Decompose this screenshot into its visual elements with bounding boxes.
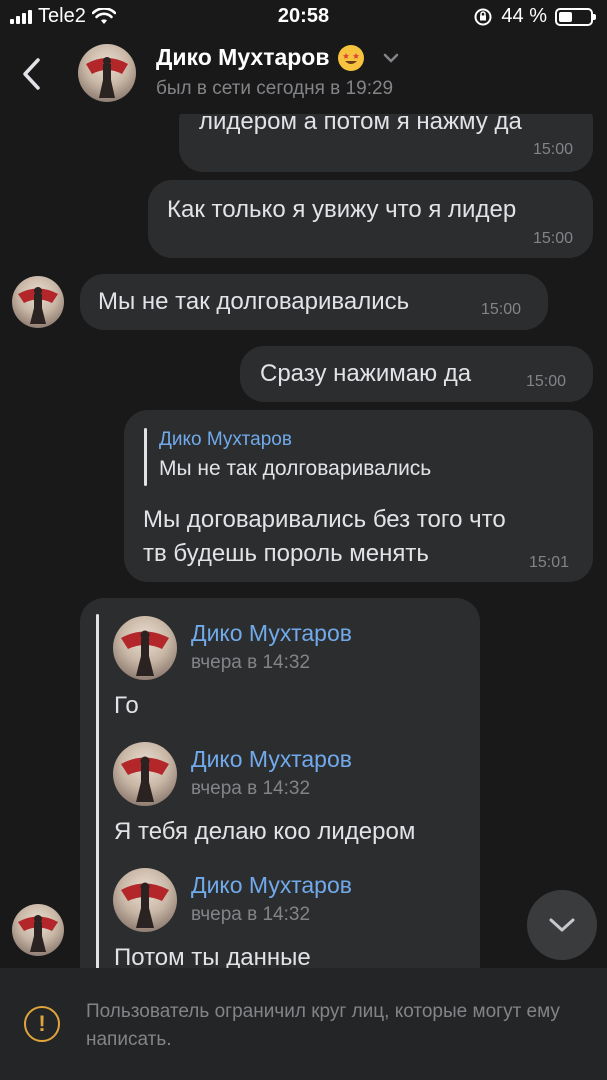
warning-icon: ! [24,1006,60,1042]
restriction-banner: ! Пользователь ограничил круг лиц, котор… [0,968,607,1080]
forward-text: Я тебя делаю коо лидером [114,818,416,845]
forward-date: вчера в 14:32 [191,904,311,925]
message-time: 15:00 [532,141,573,158]
forwarded-messages[interactable]: Дико Мухтаров вчера в 14:32 Го Дико Мухт… [80,598,480,1004]
battery-icon [555,7,596,26]
status-bar: Tele2 20:58 44 % [0,0,607,34]
contact-name[interactable]: Дико Мухтаров [156,44,400,71]
avatar[interactable] [113,742,177,806]
message-time: 15:01 [529,554,570,571]
chevron-down-icon [549,918,575,932]
orientation-lock-icon [474,8,492,25]
forward-bar [96,738,99,878]
forward-author[interactable]: Дико Мухтаров [191,872,352,899]
forward-author[interactable]: Дико Мухтаров [191,620,352,647]
chevron-down-icon[interactable] [382,49,400,67]
avatar[interactable] [113,868,177,932]
outgoing-message[interactable]: Сразу нажимаю да 15:00 [240,346,593,402]
restriction-notice: Пользователь ограничил круг лиц, которые… [86,1001,560,1050]
avatar[interactable] [78,44,136,102]
message-time: 15:00 [532,230,573,247]
battery-percent: 44 % [501,5,547,27]
forward-author[interactable]: Дико Мухтаров [191,746,352,773]
incoming-message[interactable]: Мы не так долговаривались 15:00 [80,274,548,330]
star-struck-emoji-icon [337,44,364,71]
chat-header: Дико Мухтаров был в сети сегодня в 19:29 [0,34,607,114]
avatar[interactable] [113,616,177,680]
outgoing-message[interactable]: Как только я увижу что я лидер 15:00 [148,180,593,258]
message-time: 15:00 [481,301,522,318]
forward-date: вчера в 14:32 [191,778,311,799]
back-chevron-icon[interactable] [18,56,46,92]
avatar[interactable] [12,276,64,328]
forward-text: Го [114,692,139,719]
scroll-to-bottom-button[interactable] [527,890,597,960]
avatar[interactable] [12,904,64,956]
outgoing-message-with-reply[interactable]: Дико Мухтаров Мы не так долговаривались … [124,410,593,582]
reply-quote[interactable]: Мы не так долговаривались [159,457,431,481]
message-time: 15:00 [526,373,567,390]
last-seen-status: был в сети сегодня в 19:29 [156,78,394,99]
reply-bar [144,428,147,486]
reply-author[interactable]: Дико Мухтаров [159,429,292,451]
forward-date: вчера в 14:32 [191,652,311,673]
